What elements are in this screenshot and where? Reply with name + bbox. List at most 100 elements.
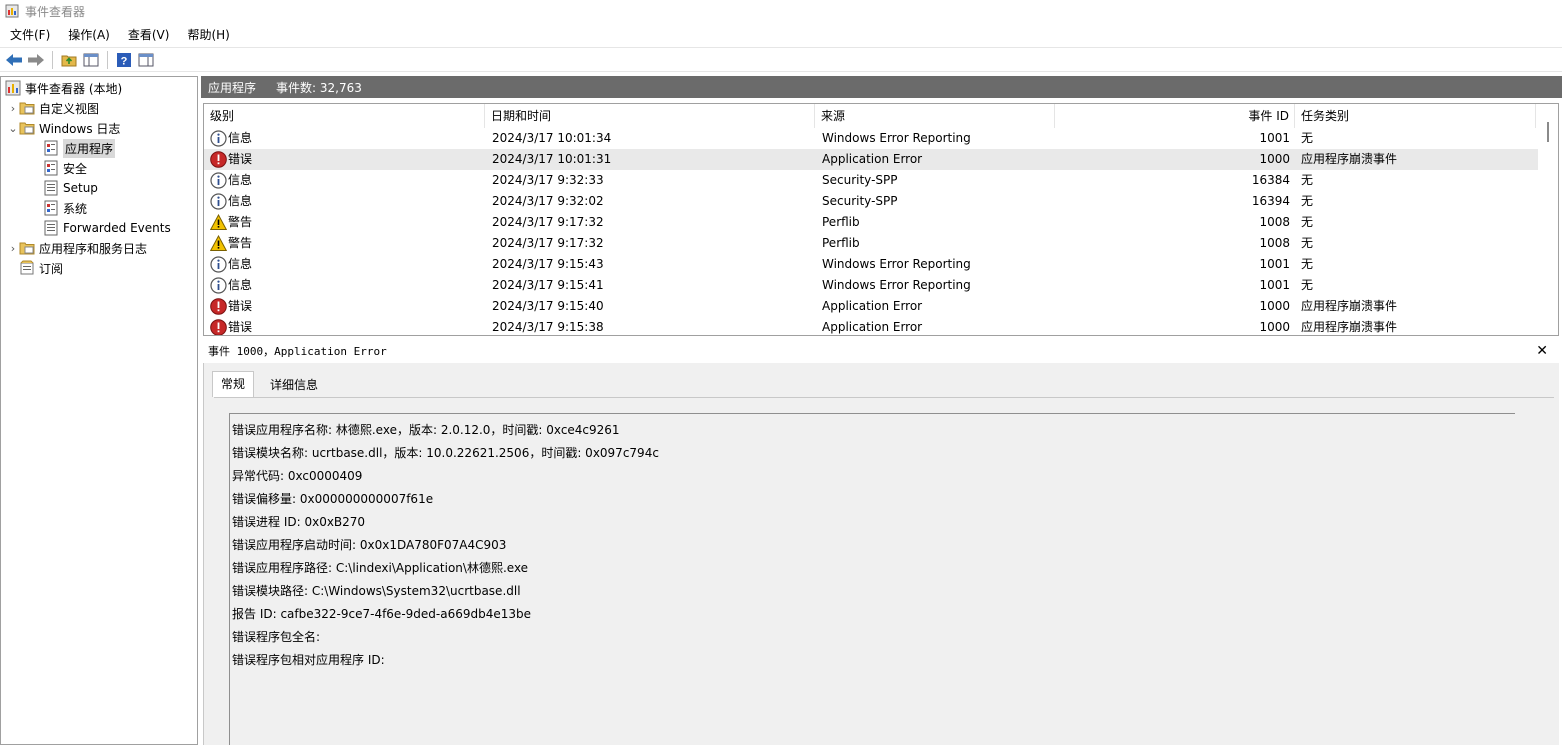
- description-line: 错误应用程序名称: 林德熙.exe，版本: 2.0.12.0，时间戳: 0xce…: [232, 423, 620, 437]
- log-title: 应用程序: [208, 80, 257, 95]
- tree-item-application[interactable]: 应用程序: [43, 138, 116, 158]
- description-line: 异常代码: 0xc0000409: [232, 469, 363, 483]
- description-line: 错误程序包相对应用程序 ID:: [232, 653, 385, 667]
- menu-help[interactable]: 帮助(H): [177, 24, 237, 46]
- event-row[interactable]: 信息 2024/3/17 9:15:43 Windows Error Reporti…: [204, 254, 1538, 275]
- event-row[interactable]: 警告 2024/3/17 9:17:32 Perflib 1008 无: [204, 233, 1538, 254]
- tree-item-security[interactable]: 安全: [43, 158, 87, 178]
- event-source: Application Error: [822, 299, 923, 313]
- log-icon: [44, 200, 58, 216]
- event-row[interactable]: 信息 2024/3/17 9:32:02 Security-SPP 16394 无: [204, 191, 1538, 212]
- column-header-datetime[interactable]: 日期和时间: [485, 104, 815, 128]
- chevron-down-icon[interactable]: ⌄: [7, 118, 19, 138]
- event-datetime: 2024/3/17 9:15:41: [492, 278, 604, 292]
- column-header-task-category[interactable]: 任务类别: [1295, 104, 1536, 128]
- warning-icon: [209, 234, 228, 252]
- events-scrollbar[interactable]: [1538, 104, 1558, 335]
- event-row[interactable]: 信息 2024/3/17 9:15:41 Windows Error Reporti…: [204, 275, 1538, 296]
- tree-item-forwarded-events[interactable]: Forwarded Events: [43, 218, 171, 238]
- event-datetime: 2024/3/17 9:17:32: [492, 215, 604, 229]
- event-source: Perflib: [822, 236, 860, 250]
- event-row[interactable]: 错误 2024/3/17 10:01:31 Application Error 100…: [204, 149, 1538, 170]
- event-datetime: 2024/3/17 9:15:43: [492, 257, 604, 271]
- event-row[interactable]: 警告 2024/3/17 9:17:32 Perflib 1008 无: [204, 212, 1538, 233]
- tree-item-root[interactable]: 事件查看器 (本地): [5, 78, 122, 98]
- tree-label-subscriptions: 订阅: [39, 261, 64, 276]
- event-datetime: 2024/3/17 9:32:33: [492, 173, 604, 187]
- event-level: 错误: [228, 320, 253, 334]
- event-level: 警告: [228, 236, 253, 250]
- tree-item-windows-logs[interactable]: ⌄ Windows 日志: [7, 118, 120, 138]
- event-row[interactable]: 错误 2024/3/17 9:15:38 Application Error 1000…: [204, 317, 1538, 335]
- open-folder-button[interactable]: [59, 50, 79, 70]
- back-arrow-icon: [6, 53, 22, 66]
- description-line: 报告 ID: cafbe322-9ce7-4f6e-9ded-a669db4e1…: [232, 607, 532, 621]
- event-row[interactable]: 错误 2024/3/17 9:15:40 Application Error 1000…: [204, 296, 1538, 317]
- forward-button[interactable]: [26, 50, 46, 70]
- info-icon: [210, 193, 227, 210]
- close-icon[interactable]: ✕: [1536, 343, 1548, 359]
- event-task-category: 无: [1301, 215, 1314, 229]
- event-task-category: 无: [1301, 278, 1314, 292]
- event-task-category: 无: [1301, 236, 1314, 250]
- event-level: 错误: [228, 152, 253, 166]
- event-row[interactable]: 信息 2024/3/17 10:01:34 Windows Error Report…: [204, 128, 1538, 149]
- tree-item-custom-views[interactable]: › 自定义视图: [7, 98, 99, 118]
- event-source: Windows Error Reporting: [822, 131, 971, 145]
- event-datetime: 2024/3/17 9:15:38: [492, 320, 604, 334]
- event-source: Windows Error Reporting: [822, 278, 971, 292]
- event-source: Security-SPP: [822, 173, 898, 187]
- event-task-category: 无: [1301, 131, 1314, 145]
- event-id: 1001: [1259, 278, 1290, 292]
- chevron-right-icon[interactable]: ›: [7, 98, 19, 118]
- description-line: 错误应用程序启动时间: 0x0x1DA780F07A4C903: [232, 538, 507, 552]
- event-row[interactable]: 信息 2024/3/17 9:32:33 Security-SPP 16384 无: [204, 170, 1538, 191]
- tree-label-application: 应用程序: [63, 138, 116, 158]
- events-table[interactable]: 级别 日期和时间 来源 事件 ID 任务类别 信息 2024/3/17 10:01…: [203, 103, 1559, 336]
- menu-view[interactable]: 查看(V): [118, 24, 178, 46]
- tree-label-custom-views: 自定义视图: [39, 101, 100, 116]
- event-source: Perflib: [822, 215, 860, 229]
- console-tree-icon: [83, 53, 99, 66]
- folder-icon: [19, 102, 35, 115]
- tab-details[interactable]: 详细信息: [262, 373, 326, 399]
- help-button[interactable]: ?: [114, 50, 134, 70]
- help-icon: ?: [117, 52, 131, 67]
- tree-label-forwarded-events: Forwarded Events: [63, 221, 171, 235]
- menu-action[interactable]: 操作(A): [58, 24, 118, 46]
- tree-item-setup[interactable]: Setup: [43, 178, 98, 198]
- event-id: 1000: [1259, 320, 1290, 334]
- event-id: 1008: [1259, 236, 1290, 250]
- console-tree: 事件查看器 (本地) › 自定义视图 ⌄ Windows 日志 应用程序 安全 …: [0, 76, 198, 745]
- detail-title: 事件 1000，Application Error: [208, 345, 387, 358]
- tree-label-system: 系统: [63, 201, 88, 216]
- event-id: 1000: [1259, 152, 1290, 166]
- show-hide-tree-button[interactable]: [81, 50, 101, 70]
- log-icon: [44, 180, 58, 196]
- column-header-source[interactable]: 来源: [815, 104, 1055, 128]
- event-level: 警告: [228, 215, 253, 229]
- column-header-event-id[interactable]: 事件 ID: [1055, 104, 1295, 128]
- info-icon: [210, 172, 227, 189]
- event-source: Windows Error Reporting: [822, 257, 971, 271]
- event-description[interactable]: 错误应用程序名称: 林德熙.exe，版本: 2.0.12.0，时间戳: 0xce…: [229, 413, 1515, 745]
- event-datetime: 2024/3/17 10:01:34: [492, 131, 612, 145]
- title-bar: 事件查看器: [0, 0, 1562, 22]
- event-task-category: 应用程序崩溃事件: [1301, 299, 1398, 313]
- tree-item-subscriptions[interactable]: 订阅: [19, 258, 63, 278]
- tab-general[interactable]: 常规: [212, 371, 255, 397]
- tree-item-system[interactable]: 系统: [43, 198, 87, 218]
- chevron-right-icon[interactable]: ›: [7, 238, 19, 258]
- event-count: 事件数: 32,763: [276, 80, 362, 95]
- show-action-pane-button[interactable]: [136, 50, 156, 70]
- event-viewer-app-icon: [5, 4, 19, 18]
- action-pane-icon: [138, 53, 154, 66]
- menu-file[interactable]: 文件(F): [0, 24, 58, 46]
- tree-item-app-service-logs[interactable]: › 应用程序和服务日志: [7, 238, 147, 258]
- back-button[interactable]: [4, 50, 24, 70]
- description-line: 错误程序包全名:: [232, 630, 321, 644]
- event-level: 信息: [228, 257, 253, 271]
- description-line: 错误偏移量: 0x000000000007f61e: [232, 492, 434, 506]
- scrollbar-thumb[interactable]: [1547, 122, 1549, 142]
- column-header-level[interactable]: 级别: [204, 104, 485, 128]
